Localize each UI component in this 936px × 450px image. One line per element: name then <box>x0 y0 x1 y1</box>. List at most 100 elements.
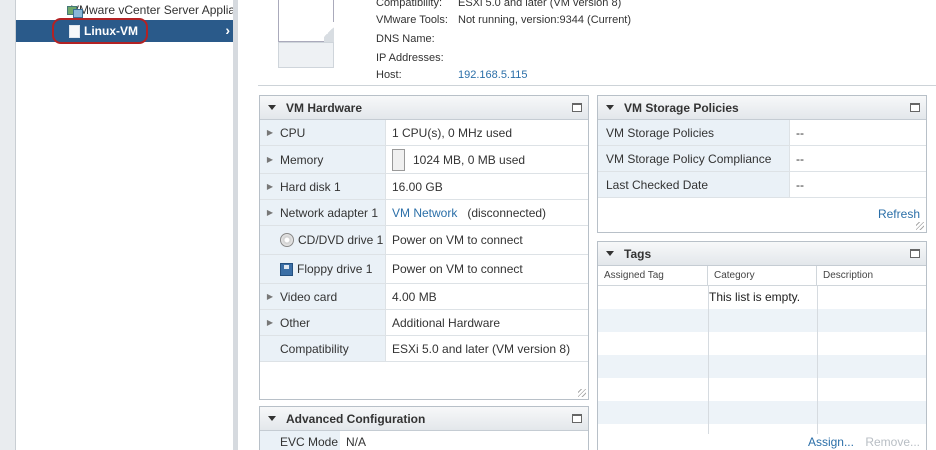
portlet-title: VM Hardware <box>286 100 363 115</box>
evc-mode-key: EVC Mode <box>260 431 340 450</box>
hw-row-cd-dvd[interactable]: CD/DVD drive 1 Power on VM to connect <box>260 226 588 255</box>
hw-key-label: Memory <box>280 152 324 167</box>
hw-value: 16.00 GB <box>392 179 443 194</box>
hw-key-label: Other <box>280 315 311 330</box>
hw-row-compatibility: Compatibility ESXi 5.0 and later (VM ver… <box>260 336 588 362</box>
memory-slider-icon <box>392 148 405 171</box>
hw-row-hard-disk[interactable]: ▶ Hard disk 1 16.00 GB <box>260 174 588 200</box>
tags-portlet: Tags Assigned Tag Category Description T… <box>597 241 927 450</box>
storage-value: -- <box>796 151 804 166</box>
portlet-title: Tags <box>624 246 652 261</box>
tree-item-label: Linux-VM <box>84 24 138 38</box>
expand-triangle-icon[interactable]: ▶ <box>260 128 280 137</box>
tags-actions: Assign... Remove... <box>808 435 920 449</box>
summary-row-host: Host: 192.168.5.115 <box>376 66 528 84</box>
vm-icon <box>69 24 80 38</box>
hw-value: Power on VM to connect <box>392 233 523 247</box>
maximize-icon[interactable] <box>572 414 582 423</box>
collapse-triangle-icon[interactable] <box>606 251 614 256</box>
tree-item-vcenter-appliance[interactable]: VMware vCenter Server Appliance <box>16 0 236 20</box>
advanced-configuration-header[interactable]: Advanced Configuration <box>260 407 588 431</box>
hw-row-video-card[interactable]: ▶ Video card 4.00 MB <box>260 284 588 310</box>
chevron-right-icon[interactable]: › <box>225 22 230 38</box>
hw-row-floppy[interactable]: Floppy drive 1 Power on VM to connect <box>260 255 588 284</box>
storage-row-last-checked: Last Checked Date -- <box>598 172 926 198</box>
expand-triangle-icon[interactable]: ▶ <box>260 292 280 301</box>
empty-list-message: This list is empty. <box>709 290 801 304</box>
hw-value: 1 CPU(s), 0 MHz used <box>392 125 513 140</box>
storage-value: -- <box>796 125 804 140</box>
expand-triangle-icon[interactable]: ▶ <box>260 208 280 217</box>
hw-row-network-adapter[interactable]: ▶ Network adapter 1 VM Network (disconnect… <box>260 200 588 226</box>
hw-row-other[interactable]: ▶ Other Additional Hardware <box>260 310 588 336</box>
collapse-triangle-icon[interactable] <box>268 105 276 110</box>
tags-column-headers: Assigned Tag Category Description <box>598 266 926 286</box>
column-header-description[interactable]: Description <box>817 266 926 285</box>
maximize-icon[interactable] <box>910 103 920 112</box>
vm-console-thumbnail[interactable] <box>270 0 342 74</box>
hw-value: 4.00 MB <box>392 289 437 304</box>
evc-mode-row: EVC Mode N/A <box>260 431 588 450</box>
summary-row-ip-addresses: IP Addresses: <box>376 49 458 67</box>
summary-key: Compatibility: <box>376 0 443 9</box>
vm-hardware-portlet: VM Hardware ▶ CPU 1 CPU(s), 0 MHz used ▶ M… <box>259 95 589 400</box>
tree-item-label: VMware vCenter Server Appliance <box>71 3 236 17</box>
expand-triangle-icon[interactable]: ▶ <box>260 155 280 164</box>
expand-triangle-icon[interactable]: ▶ <box>260 182 280 191</box>
assign-tag-link[interactable]: Assign... <box>808 435 854 449</box>
summary-row-vmware-tools: VMware Tools: Not running, version:9344 … <box>376 11 631 29</box>
hw-key-label: CPU <box>280 125 306 140</box>
resize-grip-icon[interactable] <box>578 389 586 397</box>
hw-value: ESXi 5.0 and later (VM version 8) <box>392 341 571 356</box>
storage-value: -- <box>796 177 804 192</box>
portlet-title: Advanced Configuration <box>286 411 426 426</box>
tree-item-linux-vm[interactable]: Linux-VM › <box>16 20 236 42</box>
expand-triangle-icon[interactable]: ▶ <box>260 318 280 327</box>
remove-tag-link[interactable]: Remove... <box>865 435 920 449</box>
summary-key: DNS Name: <box>376 33 435 45</box>
summary-value: ESXi 5.0 and later (VM version 8) <box>458 0 622 9</box>
hw-key-label: Hard disk 1 <box>280 179 341 194</box>
summary-key: VMware Tools: <box>376 14 448 26</box>
navigator-panel: VMware vCenter Server Appliance Linux-VM… <box>0 0 238 450</box>
collapse-triangle-icon[interactable] <box>268 416 276 421</box>
vm-storage-policies-header[interactable]: VM Storage Policies <box>598 96 926 120</box>
host-link[interactable]: 192.168.5.115 <box>458 69 528 81</box>
vm-storage-policies-portlet: VM Storage Policies VM Storage Policies … <box>597 95 927 233</box>
hw-value: Power on VM to connect <box>392 262 523 276</box>
hw-row-memory[interactable]: ▶ Memory 1024 MB, 0 MB used <box>260 146 588 174</box>
hw-key-label: Network adapter 1 <box>280 205 379 220</box>
summary-row-dns-name: DNS Name: <box>376 30 458 48</box>
storage-key: Last Checked Date <box>598 172 790 197</box>
cd-dvd-icon <box>280 233 294 247</box>
vm-summary-header: Compatibility: ESXi 5.0 and later (VM ve… <box>258 0 936 86</box>
column-header-assigned-tag[interactable]: Assigned Tag <box>598 266 708 285</box>
resize-grip-icon[interactable] <box>916 222 924 230</box>
hw-key-label: Video card <box>280 289 338 304</box>
storage-key: VM Storage Policies <box>598 120 790 145</box>
advanced-configuration-portlet: Advanced Configuration EVC Mode N/A <box>259 406 589 450</box>
maximize-icon[interactable] <box>910 249 920 258</box>
main-gutter <box>238 0 256 450</box>
hw-row-cpu[interactable]: ▶ CPU 1 CPU(s), 0 MHz used <box>260 120 588 146</box>
hw-value: Additional Hardware <box>392 315 501 330</box>
navigator-rail <box>0 0 16 450</box>
summary-key: Host: <box>376 69 402 81</box>
collapse-triangle-icon[interactable] <box>606 105 614 110</box>
evc-mode-value: N/A <box>346 435 367 449</box>
summary-value: Not running, version:9344 (Current) <box>458 14 632 26</box>
hw-value: 1024 MB, 0 MB used <box>413 152 526 167</box>
hw-key-label: Floppy drive 1 <box>297 262 373 276</box>
vm-network-link[interactable]: VM Network <box>392 206 457 220</box>
floppy-icon <box>280 262 293 276</box>
hw-key-label: CD/DVD drive 1 <box>298 233 384 247</box>
tags-header[interactable]: Tags <box>598 242 926 266</box>
storage-row-policies: VM Storage Policies -- <box>598 120 926 146</box>
hw-value: (disconnected) <box>467 205 547 220</box>
maximize-icon[interactable] <box>572 103 582 112</box>
refresh-link[interactable]: Refresh <box>878 207 920 221</box>
column-header-category[interactable]: Category <box>708 266 817 285</box>
portlet-title: VM Storage Policies <box>624 100 739 115</box>
vm-hardware-header[interactable]: VM Hardware <box>260 96 588 120</box>
storage-row-compliance: VM Storage Policy Compliance -- <box>598 146 926 172</box>
